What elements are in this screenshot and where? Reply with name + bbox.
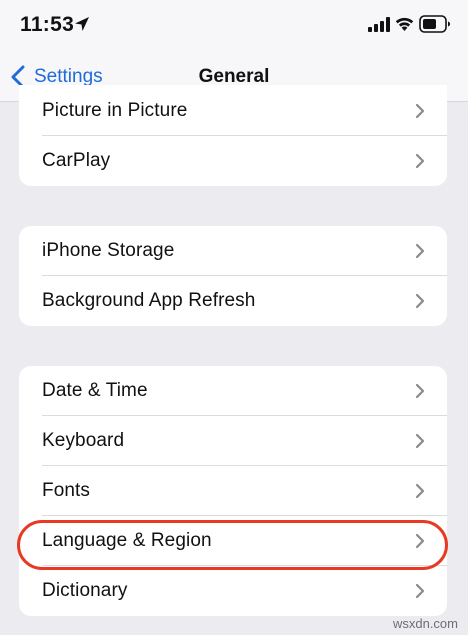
- status-bar: 11:53: [0, 0, 468, 52]
- settings-group-media: Picture in Picture CarPlay: [19, 85, 447, 186]
- row-label: Background App Refresh: [42, 290, 256, 311]
- chevron-right-icon: [415, 383, 425, 399]
- settings-group-locale: Date & Time Keyboard Fonts Language & Re…: [19, 366, 447, 616]
- row-label: Dictionary: [42, 580, 128, 601]
- watermark: wsxdn.com: [392, 616, 458, 631]
- chevron-right-icon: [415, 483, 425, 499]
- row-date-time[interactable]: Date & Time: [19, 366, 447, 416]
- row-label: iPhone Storage: [42, 240, 175, 261]
- signal-icon: [368, 17, 390, 32]
- chevron-right-icon: [415, 583, 425, 599]
- wifi-icon: [395, 17, 414, 31]
- location-icon: [75, 17, 89, 31]
- row-iphone-storage[interactable]: iPhone Storage: [19, 226, 447, 276]
- row-label: Keyboard: [42, 430, 125, 451]
- row-fonts[interactable]: Fonts: [19, 466, 447, 516]
- row-dictionary[interactable]: Dictionary: [19, 566, 447, 616]
- chevron-right-icon: [415, 433, 425, 449]
- settings-group-storage: iPhone Storage Background App Refresh: [19, 226, 447, 326]
- chevron-right-icon: [415, 103, 425, 119]
- row-carplay[interactable]: CarPlay: [19, 136, 447, 186]
- chevron-right-icon: [415, 153, 425, 169]
- row-label: Picture in Picture: [42, 100, 188, 121]
- status-time: 11:53: [20, 13, 75, 36]
- row-keyboard[interactable]: Keyboard: [19, 416, 447, 466]
- row-picture-in-picture[interactable]: Picture in Picture: [19, 86, 447, 136]
- row-background-app-refresh[interactable]: Background App Refresh: [19, 276, 447, 326]
- row-label: Fonts: [42, 480, 91, 501]
- settings-general-screen: 11:53 Settings General Picture in Pictur…: [0, 0, 468, 635]
- row-language-region[interactable]: Language & Region: [19, 516, 447, 566]
- chevron-right-icon: [415, 533, 425, 549]
- row-label: Language & Region: [42, 530, 212, 551]
- row-label: Date & Time: [42, 380, 148, 401]
- chevron-right-icon: [415, 293, 425, 309]
- row-label: CarPlay: [42, 150, 111, 171]
- battery-icon: [419, 15, 450, 33]
- chevron-right-icon: [415, 243, 425, 259]
